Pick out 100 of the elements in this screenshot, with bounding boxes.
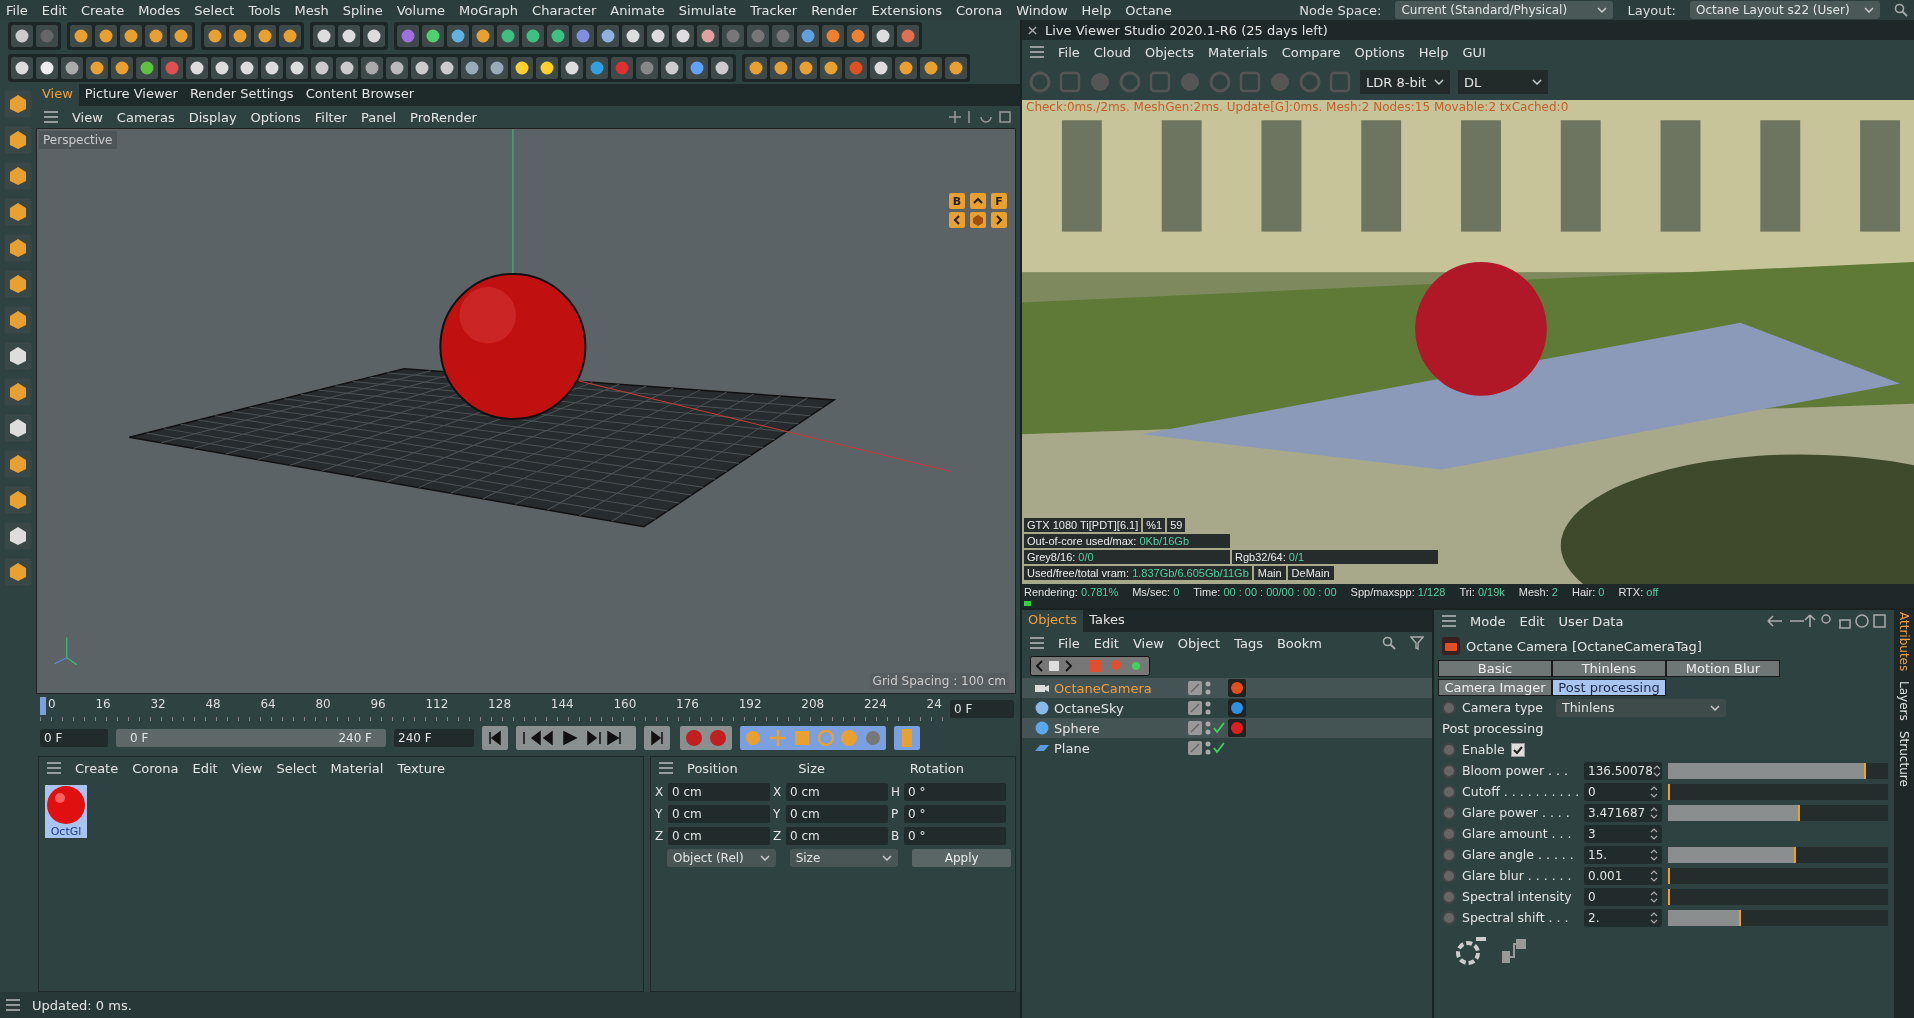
close-icon[interactable] bbox=[1028, 25, 1037, 35]
playback-controls-icon[interactable] bbox=[482, 726, 672, 750]
caret-icon[interactable] bbox=[970, 193, 986, 209]
nav-front-button[interactable]: F bbox=[991, 193, 1007, 209]
frame-range-slider[interactable]: 0 F 240 F bbox=[116, 729, 386, 747]
attribute-tab[interactable]: Post processing bbox=[1552, 679, 1666, 696]
panel-tab[interactable]: Render Settings bbox=[183, 84, 300, 106]
tool-icon[interactable] bbox=[135, 56, 159, 80]
node-space-dropdown[interactable]: Current (Standard/Physical) bbox=[1395, 1, 1614, 19]
slider[interactable] bbox=[1668, 783, 1888, 800]
menu-icon[interactable] bbox=[6, 999, 20, 1011]
menu-item[interactable]: Edit bbox=[41, 2, 67, 18]
menu-icon[interactable] bbox=[1442, 615, 1456, 627]
spinner-icon[interactable] bbox=[1650, 868, 1658, 883]
menu-item[interactable]: Display bbox=[188, 109, 237, 125]
menu-item[interactable]: File bbox=[6, 2, 28, 18]
tool-icon[interactable] bbox=[596, 24, 620, 48]
caret-icon[interactable] bbox=[949, 212, 965, 228]
viewport[interactable]: Perspective B F Grid Spacing : 100 cm bbox=[36, 128, 1016, 694]
tool-icon[interactable] bbox=[710, 56, 734, 80]
menu-icon[interactable] bbox=[44, 111, 58, 123]
slider[interactable] bbox=[1668, 888, 1888, 905]
coordinate-field[interactable]: 0 cm bbox=[786, 783, 888, 801]
tool-icon[interactable] bbox=[769, 56, 793, 80]
menu-item[interactable]: Animate bbox=[610, 2, 665, 18]
panel-tab[interactable]: View bbox=[36, 84, 79, 106]
menu-item[interactable]: Edit bbox=[192, 760, 218, 776]
spinner-icon[interactable] bbox=[1650, 784, 1658, 799]
menu-item[interactable]: View bbox=[1132, 635, 1164, 651]
menu-item[interactable]: Options bbox=[250, 109, 301, 125]
tool-icon[interactable] bbox=[94, 24, 118, 48]
number-field[interactable]: 0.001 bbox=[1584, 866, 1662, 885]
side-tab[interactable]: Structure bbox=[1897, 730, 1911, 787]
number-field[interactable]: 3.471687 bbox=[1584, 803, 1662, 822]
menu-item[interactable]: Corona bbox=[132, 760, 179, 776]
navigation-icons[interactable] bbox=[1766, 613, 1886, 629]
menu-item[interactable]: Compare bbox=[1281, 44, 1341, 60]
filter-icon[interactable] bbox=[1410, 636, 1424, 650]
coordinate-field[interactable]: 0 ° bbox=[904, 827, 1006, 845]
menu-item[interactable]: Render bbox=[811, 2, 858, 18]
tool-icon[interactable] bbox=[35, 56, 59, 80]
object-nav-icon[interactable] bbox=[1030, 656, 1150, 676]
tool-icon[interactable] bbox=[421, 24, 445, 48]
coordinate-field[interactable]: 0 cm bbox=[668, 805, 770, 823]
tool-icon[interactable] bbox=[360, 56, 384, 80]
tool-icon[interactable] bbox=[110, 56, 134, 80]
menu-item[interactable]: Panel bbox=[360, 109, 397, 125]
menu-item[interactable]: Cloud bbox=[1093, 44, 1131, 60]
slider[interactable] bbox=[1668, 846, 1888, 863]
spinner-icon[interactable] bbox=[1650, 847, 1658, 862]
number-field[interactable]: 0 bbox=[1584, 782, 1662, 801]
visibility-check-icon[interactable] bbox=[1204, 720, 1226, 736]
search-icon[interactable] bbox=[1382, 636, 1396, 650]
tool-icon[interactable] bbox=[69, 24, 93, 48]
menu-item[interactable]: File bbox=[1058, 44, 1080, 60]
tool-icon[interactable] bbox=[794, 56, 818, 80]
tool-icon[interactable] bbox=[671, 24, 695, 48]
view-button[interactable]: DeMain bbox=[1287, 566, 1334, 580]
spinner-icon[interactable] bbox=[1652, 763, 1661, 778]
tool-icon[interactable] bbox=[546, 24, 570, 48]
tool-icon[interactable] bbox=[685, 56, 709, 80]
side-tab[interactable]: Attributes bbox=[1897, 612, 1911, 672]
layout-dropdown[interactable]: Octane Layout s22 (User) bbox=[1690, 1, 1880, 19]
tool-icon[interactable] bbox=[410, 56, 434, 80]
tag-icon[interactable] bbox=[1228, 699, 1246, 717]
menu-item[interactable]: Tools bbox=[248, 2, 281, 18]
search-icon[interactable] bbox=[1894, 3, 1908, 17]
panel-tab[interactable]: Takes bbox=[1083, 610, 1131, 632]
tool-icon[interactable] bbox=[4, 342, 32, 370]
coordinate-field[interactable]: 0 cm bbox=[668, 827, 770, 845]
menu-item[interactable]: Modes bbox=[138, 2, 181, 18]
tool-icon[interactable] bbox=[60, 56, 84, 80]
tool-icon[interactable] bbox=[585, 56, 609, 80]
tool-icon[interactable] bbox=[871, 24, 895, 48]
slider[interactable] bbox=[1668, 867, 1888, 884]
tool-icon[interactable] bbox=[846, 24, 870, 48]
octane-help-icon[interactable] bbox=[1454, 937, 1486, 965]
coordinate-field[interactable]: 0 ° bbox=[904, 805, 1006, 823]
tool-icon[interactable] bbox=[521, 24, 545, 48]
spinner-icon[interactable] bbox=[1650, 805, 1658, 820]
tool-icon[interactable] bbox=[228, 24, 252, 48]
tool-icon[interactable] bbox=[119, 24, 143, 48]
menu-item[interactable]: Mesh bbox=[294, 2, 329, 18]
menu-item[interactable]: User Data bbox=[1558, 613, 1624, 629]
current-frame-field[interactable]: 0 F bbox=[950, 700, 1014, 718]
tool-icon[interactable] bbox=[4, 414, 32, 442]
attribute-tab[interactable]: Thinlens bbox=[1552, 660, 1666, 677]
menu-item[interactable]: View bbox=[231, 760, 263, 776]
enable-checkbox[interactable] bbox=[1510, 742, 1525, 757]
tool-icon[interactable] bbox=[819, 56, 843, 80]
number-field[interactable]: 0 bbox=[1584, 887, 1662, 906]
object-row[interactable]: Sphere bbox=[1022, 718, 1432, 738]
attribute-tab[interactable]: Motion Blur bbox=[1666, 660, 1780, 677]
viewport-nav-icon[interactable] bbox=[948, 110, 1012, 124]
tool-icon[interactable] bbox=[235, 56, 259, 80]
menu-item[interactable]: Create bbox=[80, 2, 125, 18]
attribute-tab[interactable]: Camera Imager bbox=[1438, 679, 1552, 696]
menu-item[interactable]: GUI bbox=[1462, 44, 1486, 60]
tool-icon[interactable] bbox=[621, 24, 645, 48]
object-name[interactable]: Sphere bbox=[1054, 720, 1184, 736]
